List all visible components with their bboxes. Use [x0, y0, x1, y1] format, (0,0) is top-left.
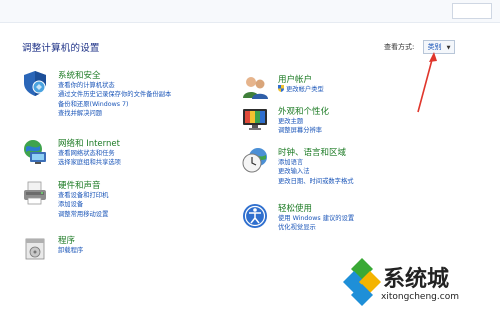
watermark-brand: 系统城 — [383, 267, 450, 292]
watermark-url: xitongcheng.com — [381, 292, 459, 302]
watermark-logo-icon — [343, 258, 381, 306]
